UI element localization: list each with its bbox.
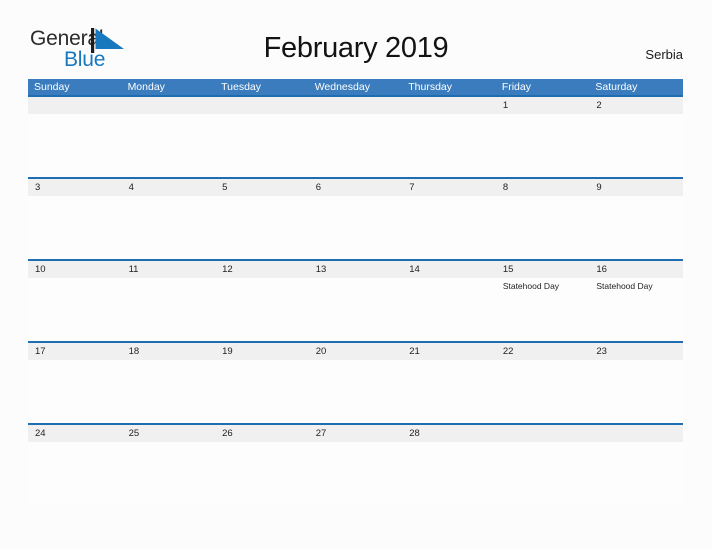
day-cell[interactable] — [589, 360, 683, 423]
day-number[interactable]: 23 — [589, 343, 683, 360]
week-daynumber-band: 3 4 5 6 7 8 9 — [28, 179, 683, 196]
day-cell[interactable] — [589, 442, 683, 505]
day-cell[interactable] — [122, 278, 216, 341]
day-number[interactable]: 2 — [589, 97, 683, 114]
day-cell[interactable] — [28, 196, 122, 259]
week-daynumber-band: 1 2 — [28, 97, 683, 114]
day-number[interactable]: 22 — [496, 343, 590, 360]
day-cell[interactable] — [215, 196, 309, 259]
day-cell[interactable] — [496, 114, 590, 177]
dow-wednesday: Wednesday — [314, 81, 370, 93]
day-cell[interactable] — [28, 278, 122, 341]
day-number[interactable] — [215, 97, 309, 114]
week-row: 24 25 26 27 28 — [28, 423, 683, 505]
dow-sunday: Sunday — [34, 81, 70, 93]
day-cell[interactable] — [402, 360, 496, 423]
day-number[interactable]: 21 — [402, 343, 496, 360]
day-cell[interactable]: Statehood Day — [589, 278, 683, 341]
day-number[interactable] — [402, 97, 496, 114]
week-event-band — [28, 360, 683, 423]
day-number[interactable]: 6 — [309, 179, 403, 196]
day-cell[interactable] — [496, 442, 590, 505]
week-row: 3 4 5 6 7 8 9 — [28, 177, 683, 259]
day-number[interactable]: 16 — [589, 261, 683, 278]
day-cell[interactable] — [215, 278, 309, 341]
day-number[interactable] — [589, 425, 683, 442]
day-number[interactable] — [309, 97, 403, 114]
day-number[interactable]: 4 — [122, 179, 216, 196]
page-title: February 2019 — [263, 32, 449, 64]
event-label: Statehood Day — [502, 281, 560, 291]
week-row: 17 18 19 20 21 22 23 — [28, 341, 683, 423]
day-cell[interactable] — [309, 442, 403, 505]
dow-saturday: Saturday — [595, 81, 638, 93]
day-cell[interactable] — [309, 360, 403, 423]
day-number[interactable]: 25 — [122, 425, 216, 442]
dow-monday: Monday — [127, 81, 165, 93]
day-number[interactable]: 27 — [309, 425, 403, 442]
week-event-band — [28, 114, 683, 177]
day-cell[interactable] — [122, 114, 216, 177]
day-cell[interactable] — [496, 360, 590, 423]
day-cell[interactable] — [402, 278, 496, 341]
dow-friday: Friday — [501, 81, 531, 93]
day-cell[interactable] — [28, 442, 122, 505]
day-number[interactable] — [28, 97, 122, 114]
day-cell[interactable] — [496, 196, 590, 259]
day-cell[interactable] — [215, 114, 309, 177]
day-cell[interactable] — [28, 114, 122, 177]
day-number[interactable]: 11 — [122, 261, 216, 278]
day-number[interactable]: 18 — [122, 343, 216, 360]
dow-thursday: Thursday — [408, 81, 453, 93]
day-number[interactable]: 5 — [215, 179, 309, 196]
day-number[interactable]: 19 — [215, 343, 309, 360]
day-number[interactable]: 14 — [402, 261, 496, 278]
day-number[interactable]: 26 — [215, 425, 309, 442]
day-number[interactable]: 17 — [28, 343, 122, 360]
week-event-band — [28, 442, 683, 505]
day-cell[interactable] — [402, 114, 496, 177]
day-cell[interactable] — [215, 360, 309, 423]
day-cell[interactable] — [589, 114, 683, 177]
day-cell[interactable] — [122, 442, 216, 505]
day-number[interactable]: 24 — [28, 425, 122, 442]
dow-tuesday: Tuesday — [221, 81, 262, 93]
day-number[interactable]: 8 — [496, 179, 590, 196]
day-number[interactable]: 13 — [309, 261, 403, 278]
day-number[interactable]: 3 — [28, 179, 122, 196]
day-cell[interactable] — [309, 278, 403, 341]
day-number[interactable] — [122, 97, 216, 114]
day-of-week-header: Sunday Monday Tuesday Wednesday Thursday… — [28, 79, 683, 95]
week-row: 10 11 12 13 14 15 16 Statehood Day State… — [28, 259, 683, 341]
week-daynumber-band: 10 11 12 13 14 15 16 — [28, 261, 683, 278]
day-number[interactable]: 28 — [402, 425, 496, 442]
day-cell[interactable] — [215, 442, 309, 505]
calendar-grid: Sunday Monday Tuesday Wednesday Thursday… — [28, 79, 683, 505]
day-number[interactable]: 7 — [402, 179, 496, 196]
day-cell[interactable] — [28, 360, 122, 423]
day-cell[interactable] — [122, 196, 216, 259]
day-number[interactable]: 10 — [28, 261, 122, 278]
day-cell[interactable] — [122, 360, 216, 423]
week-daynumber-band: 24 25 26 27 28 — [28, 425, 683, 442]
week-daynumber-band: 17 18 19 20 21 22 23 — [28, 343, 683, 360]
day-cell[interactable] — [309, 196, 403, 259]
week-event-band — [28, 196, 683, 259]
day-cell[interactable] — [589, 196, 683, 259]
week-event-band: Statehood Day Statehood Day — [28, 278, 683, 341]
day-cell[interactable] — [402, 196, 496, 259]
day-number[interactable]: 20 — [309, 343, 403, 360]
week-row: 1 2 — [28, 95, 683, 177]
event-label: Statehood Day — [596, 281, 653, 291]
day-cell[interactable]: Statehood Day — [496, 278, 590, 341]
day-number[interactable]: 15 — [496, 261, 590, 278]
day-number[interactable]: 12 — [215, 261, 309, 278]
country-label: Serbia — [645, 47, 683, 62]
page-header: General Blue February 2019 Serbia — [0, 0, 712, 78]
day-cell[interactable] — [309, 114, 403, 177]
day-cell[interactable] — [402, 442, 496, 505]
day-number[interactable]: 9 — [589, 179, 683, 196]
day-number[interactable]: 1 — [496, 97, 590, 114]
day-number[interactable] — [496, 425, 590, 442]
